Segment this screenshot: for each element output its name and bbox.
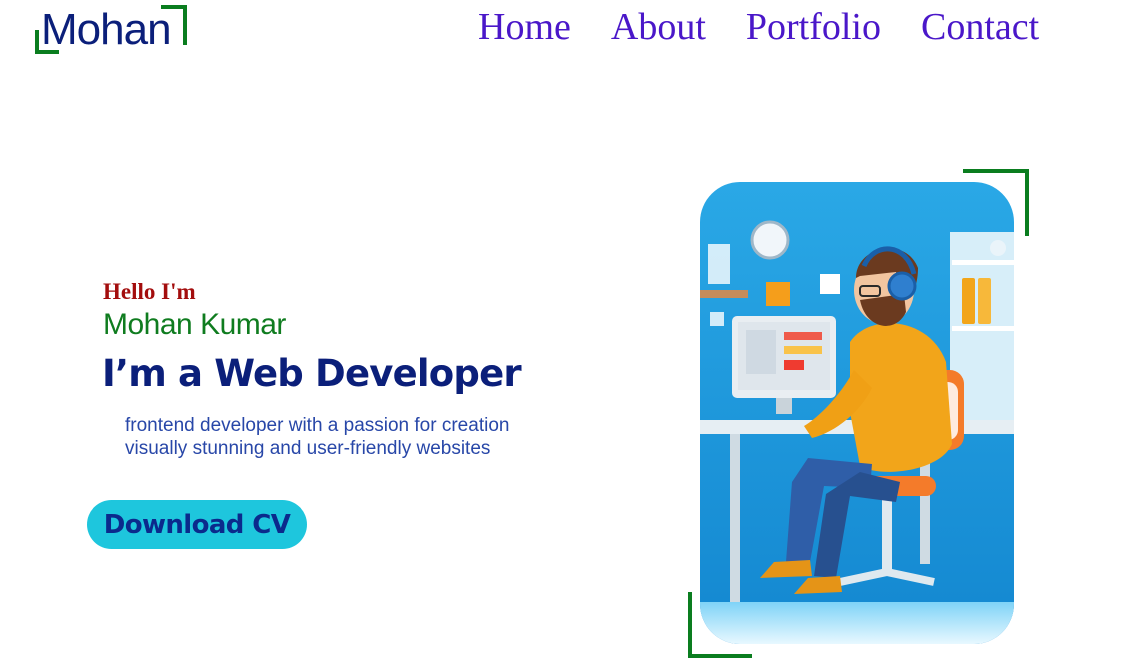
hero-description-line-1: frontend developer with a passion for cr… [125, 415, 510, 436]
download-cv-button[interactable]: Download CV [87, 500, 307, 549]
developer-illustration [700, 182, 1014, 644]
hero-name: Mohan Kumar [103, 308, 286, 341]
hero-role: I’m a Web Developer [102, 352, 522, 395]
nav-link-home[interactable]: Home [478, 3, 571, 51]
nav-link-about[interactable]: About [611, 3, 706, 51]
frame-corner-bracket-bottom-left [688, 592, 752, 658]
hero-image-frame [688, 169, 1029, 658]
logo-text: Mohan [41, 5, 172, 54]
logo[interactable]: Mohan [35, 4, 187, 56]
hero-description-line-2: visually stunning and user-friendly webs… [125, 438, 491, 459]
nav-link-portfolio[interactable]: Portfolio [746, 3, 881, 51]
hero-greeting: Hello I'm [103, 279, 196, 304]
nav-link-contact[interactable]: Contact [921, 3, 1039, 51]
main-nav: Home About Portfolio Contact [478, 2, 1079, 52]
hero-description: frontend developer with a passion for cr… [125, 414, 509, 460]
logo-corner-bracket-right [161, 5, 187, 45]
